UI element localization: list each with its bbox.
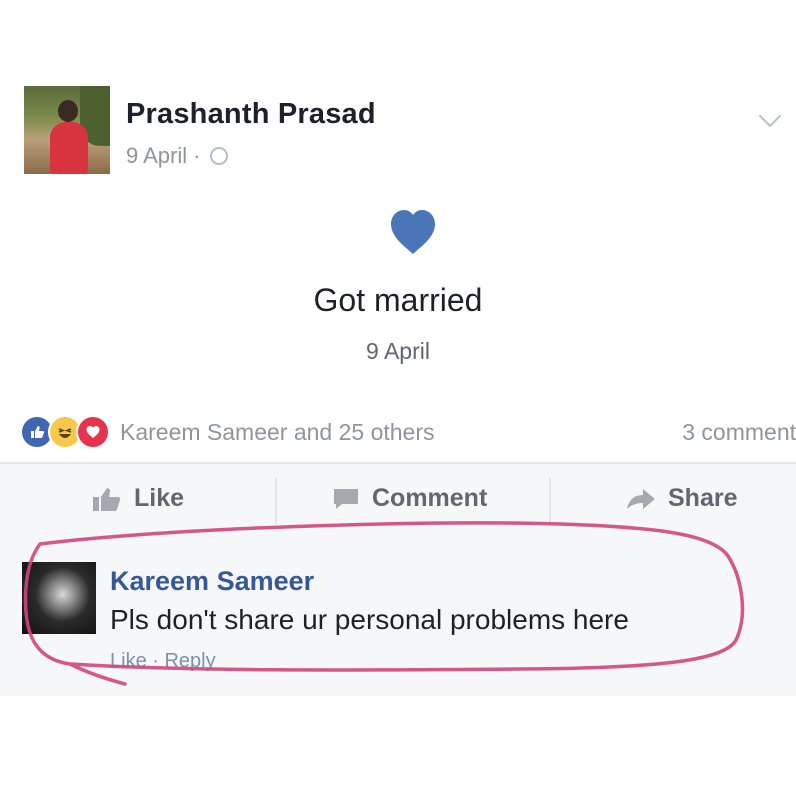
divider: [275, 478, 277, 524]
post-action-bar: Like Comment Share: [0, 464, 796, 540]
thumbs-up-icon: [93, 487, 121, 511]
globe-icon: [210, 147, 229, 165]
author-avatar[interactable]: [24, 86, 110, 174]
post-meta: 9 April ·: [126, 143, 229, 169]
comment-actions[interactable]: Like · Reply: [110, 650, 216, 673]
love-icon: [76, 415, 110, 449]
screenshot-frame: Prashanth Prasad 9 April · Got married 9…: [0, 0, 796, 798]
comment-button-label: Comment: [372, 484, 488, 512]
comment-button[interactable]: Comment: [332, 484, 487, 513]
share-button[interactable]: Share: [626, 484, 737, 513]
divider: [549, 478, 551, 524]
avatar-figure-head: [58, 100, 78, 122]
share-button-label: Share: [668, 484, 738, 512]
post-date[interactable]: 9 April: [126, 143, 187, 169]
facebook-post-card: Prashanth Prasad 9 April · Got married 9…: [0, 0, 796, 798]
life-event-date: 9 April: [366, 338, 430, 364]
heart-icon: [391, 210, 435, 254]
reactions-summary[interactable]: Kareem Sameer and 25 others: [20, 414, 435, 450]
chevron-down-icon[interactable]: [758, 104, 782, 128]
comments-count[interactable]: 3 comment: [682, 419, 796, 446]
meta-separator: ·: [193, 143, 201, 168]
like-button-label: Like: [134, 484, 185, 512]
comment-author-name[interactable]: Kareem Sameer: [110, 566, 314, 597]
comment-text: Pls don't share ur personal problems her…: [110, 604, 629, 635]
like-button[interactable]: Like: [92, 484, 184, 513]
post-author-name[interactable]: Prashanth Prasad: [126, 98, 376, 131]
share-arrow-icon: [627, 488, 655, 509]
life-event-title: Got married: [313, 282, 483, 318]
reactors-summary-text[interactable]: Kareem Sameer and 25 others: [120, 419, 435, 446]
commenter-avatar[interactable]: [22, 562, 96, 634]
avatar-figure-body: [50, 122, 88, 174]
comment-bubble-icon: [334, 488, 358, 509]
